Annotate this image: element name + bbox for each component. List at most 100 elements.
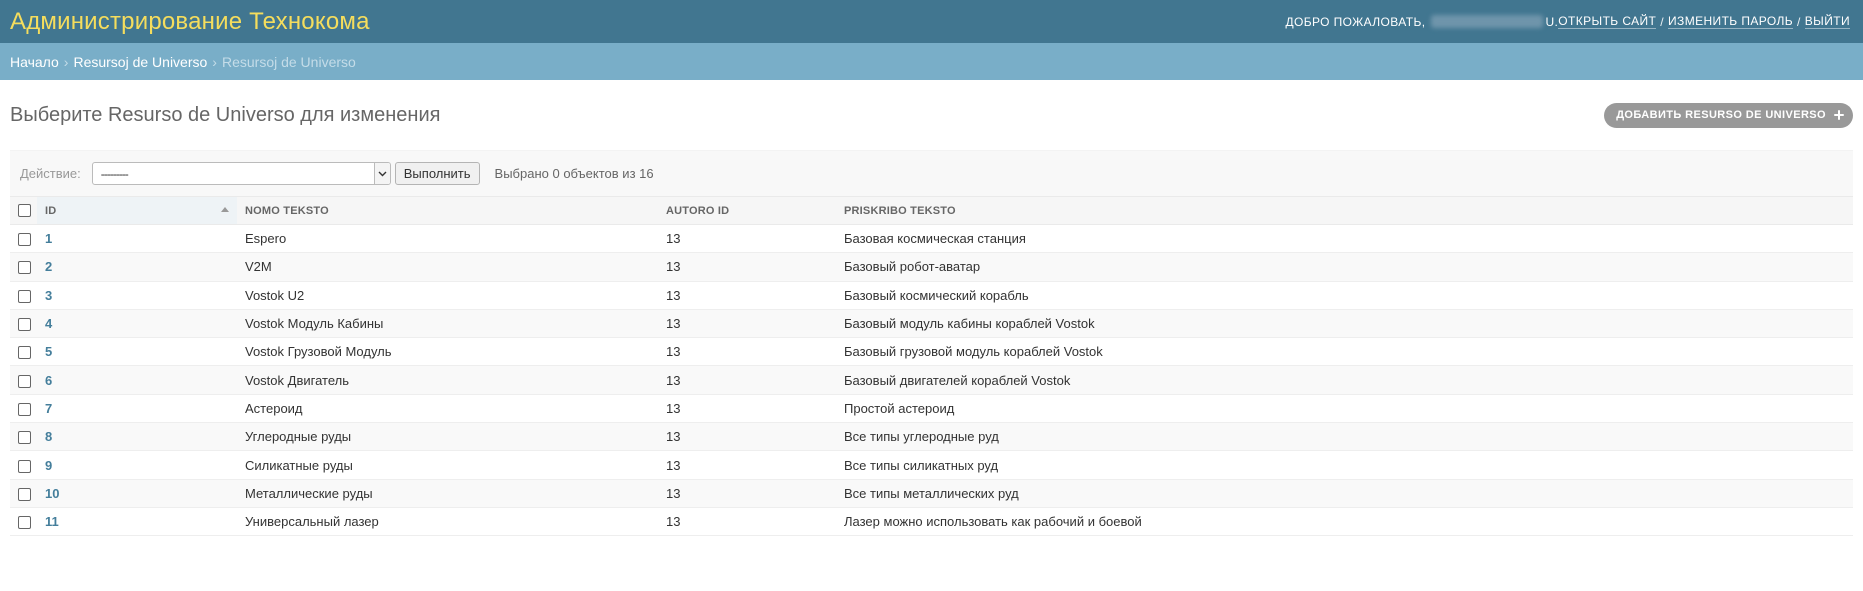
row-checkbox[interactable] (18, 374, 31, 388)
priskribo-cell: Все типы силикатных руд (836, 450, 1853, 480)
column-label-priskribo-teksto: PRISKRIBO TEKSTO (844, 204, 956, 217)
priskribo-cell: Лазер можно использовать как рабочий и б… (836, 507, 1853, 537)
sort-asc-icon[interactable] (221, 206, 229, 212)
change-password-link[interactable]: ИЗМЕНИТЬ ПАРОЛЬ (1668, 14, 1794, 29)
row-checkbox-cell (10, 394, 37, 424)
row-checkbox[interactable] (18, 431, 31, 445)
row-id-link[interactable]: 3 (45, 288, 52, 303)
column-header-nomo-teksto[interactable]: NOMO TEKSTO (237, 196, 658, 225)
separator: / (1660, 14, 1665, 29)
breadcrumb-current: Resursoj de Universo (221, 53, 356, 70)
nomo-cell: Металлические руды (237, 479, 658, 508)
row-checkbox-cell (10, 337, 37, 367)
priskribo-cell: Базовая космическая станция (836, 224, 1853, 254)
id-cell: 1 (37, 224, 237, 254)
table-header-row: ID NOMO TEKSTO AUTORO ID PRISKRIBO TEKST… (10, 196, 1853, 225)
id-cell: 7 (37, 394, 237, 424)
row-id-link[interactable]: 10 (45, 486, 59, 501)
add-resurso-button[interactable]: ДОБАВИТЬ RESURSO DE UNIVERSO (1604, 102, 1853, 128)
row-checkbox-cell (10, 252, 37, 282)
chevron-down-icon[interactable] (373, 163, 390, 184)
row-checkbox[interactable] (18, 487, 31, 501)
row-checkbox-cell (10, 281, 37, 310)
autoro-cell: 13 (658, 365, 836, 395)
row-id-link[interactable]: 7 (45, 401, 52, 416)
breadcrumb-home[interactable]: Начало (10, 54, 59, 70)
row-checkbox[interactable] (18, 516, 31, 530)
actions-bar: Действие: --------- Выполнить Выбрано 0 … (10, 150, 1853, 196)
autoro-cell: 13 (658, 422, 836, 452)
row-id-link[interactable]: 9 (45, 458, 52, 473)
add-button-label: ДОБАВИТЬ RESURSO DE UNIVERSO (1616, 109, 1826, 121)
nomo-cell: Астероид (237, 394, 658, 424)
table-row: 9 Силикатные руды 13 Все типы силикатных… (10, 450, 1853, 480)
autoro-cell: 13 (658, 507, 836, 537)
autoro-cell: 13 (658, 450, 836, 480)
row-id-link[interactable]: 6 (45, 373, 52, 388)
id-cell: 9 (37, 450, 237, 480)
select-all-checkbox[interactable] (18, 204, 31, 217)
column-header-id[interactable]: ID (37, 196, 237, 225)
id-cell: 5 (37, 337, 237, 367)
row-checkbox-cell (10, 422, 37, 452)
table-row: 4 Vostok Модуль Кабины 13 Базовый модуль… (10, 309, 1853, 339)
row-id-link[interactable]: 11 (45, 514, 59, 529)
id-cell: 11 (37, 507, 237, 537)
table-row: 3 Vostok U2 13 Базовый космический кораб… (10, 281, 1853, 310)
nomo-cell: Vostok U2 (237, 281, 658, 310)
row-checkbox[interactable] (18, 261, 31, 275)
autoro-cell: 13 (658, 224, 836, 254)
row-id-link[interactable]: 2 (45, 259, 52, 274)
breadcrumb: Начало › Resursoj de Universo › Resursoj… (0, 43, 1863, 80)
table-row: 2 V2M 13 Базовый робот-аватар (10, 252, 1853, 282)
row-checkbox-cell (10, 507, 37, 537)
table-row: 6 Vostok Двигатель 13 Базовый двигателей… (10, 365, 1853, 395)
row-checkbox[interactable] (18, 233, 31, 247)
column-header-priskribo-teksto[interactable]: PRISKRIBO TEKSTO (836, 196, 1853, 225)
priskribo-cell: Базовый двигателей кораблей Vostok (836, 365, 1853, 395)
row-id-link[interactable]: 1 (45, 231, 52, 246)
title-row: Выберите Resurso de Universo для изменен… (10, 80, 1853, 150)
action-label: Действие: (20, 166, 81, 181)
row-checkbox-cell (10, 365, 37, 395)
autoro-cell: 13 (658, 394, 836, 424)
column-label-autoro-id: AUTORO ID (666, 204, 730, 217)
logout-link[interactable]: ВЫЙТИ (1804, 14, 1850, 29)
row-id-link[interactable]: 8 (45, 429, 52, 444)
run-action-button[interactable]: Выполнить (394, 162, 480, 185)
view-site-link[interactable]: ОТКРЫТЬ САЙТ (1558, 14, 1657, 29)
row-checkbox[interactable] (18, 289, 31, 303)
row-id-link[interactable]: 4 (45, 316, 52, 331)
priskribo-cell: Базовый космический корабль (836, 281, 1853, 310)
nomo-cell: Vostok Двигатель (237, 365, 658, 395)
nomo-cell: Vostok Грузовой Модуль (237, 337, 658, 367)
id-cell: 10 (37, 479, 237, 508)
autoro-cell: 13 (658, 252, 836, 282)
content: Выберите Resurso de Universo для изменен… (0, 80, 1863, 537)
breadcrumb-separator: › (63, 53, 69, 70)
row-checkbox[interactable] (18, 318, 31, 332)
action-select[interactable]: --------- (91, 162, 391, 185)
breadcrumb-app[interactable]: Resursoj de Universo (73, 54, 207, 70)
welcome-text: ДОБРО ПОЖАЛОВАТЬ, (1285, 14, 1426, 29)
column-label-nomo-teksto: NOMO TEKSTO (245, 204, 329, 217)
row-checkbox[interactable] (18, 459, 31, 473)
priskribo-cell: Базовый робот-аватар (836, 252, 1853, 282)
id-cell: 4 (37, 309, 237, 339)
id-cell: 2 (37, 252, 237, 282)
column-header-autoro-id[interactable]: AUTORO ID (658, 196, 836, 225)
row-id-link[interactable]: 5 (45, 344, 52, 359)
page-title: Выберите Resurso de Universo для изменен… (10, 103, 441, 126)
select-all-column (10, 196, 37, 225)
site-header: Администрирование Технокома ДОБРО ПОЖАЛО… (0, 0, 1863, 43)
row-checkbox[interactable] (18, 402, 31, 416)
row-checkbox[interactable] (18, 346, 31, 360)
plus-icon (1833, 109, 1845, 121)
priskribo-cell: Все типы углеродные руд (836, 422, 1853, 452)
table-row: 7 Астероид 13 Простой астероид (10, 394, 1853, 424)
user-tools: ДОБРО ПОЖАЛОВАТЬ, u. ОТКРЫТЬ САЙТ / ИЗМЕ… (1285, 14, 1850, 29)
site-name[interactable]: Администрирование Технокома (10, 8, 370, 36)
autoro-cell: 13 (658, 479, 836, 508)
priskribo-cell: Все типы металлических руд (836, 479, 1853, 508)
nomo-cell: Силикатные руды (237, 450, 658, 480)
